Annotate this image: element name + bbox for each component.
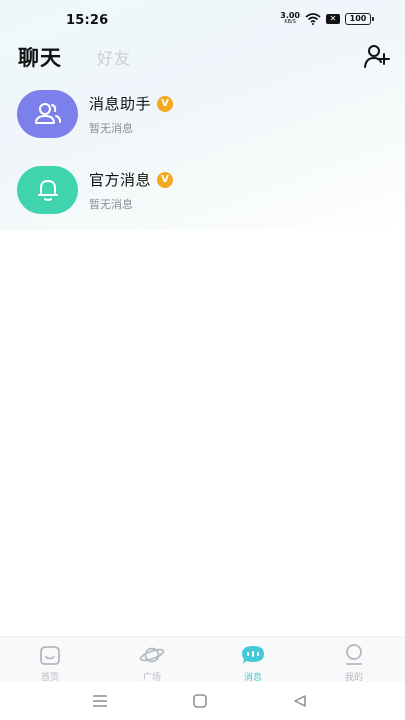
chat-preview: 暂无消息 [89, 122, 133, 135]
wifi-icon [305, 12, 321, 25]
tab-messages[interactable]: 消息 [213, 637, 293, 683]
back-triangle-icon [294, 695, 306, 707]
bell-icon [37, 180, 58, 201]
tab-chat[interactable]: 聊天 [18, 42, 62, 72]
chat-header: 聊天 好友 [0, 40, 405, 76]
tab-plaza[interactable]: 广场 [112, 637, 192, 683]
home-square-icon [193, 694, 207, 708]
users-icon [34, 103, 61, 124]
chat-title-row: 消息助手 V [89, 93, 174, 114]
tab-mine[interactable]: 我的 [314, 637, 394, 683]
home-icon [40, 646, 60, 665]
add-user-icon[interactable] [363, 42, 391, 70]
tab-home[interactable]: 首页 [10, 637, 90, 683]
network-speed: 3.00 KB/S [280, 12, 300, 25]
battery-icon: 100 [345, 12, 374, 25]
avatar [17, 166, 78, 214]
chat-item-official-messages[interactable]: 官方消息 V 暂无消息 [0, 164, 405, 240]
verified-badge: V [157, 171, 174, 188]
menu-button[interactable] [90, 691, 110, 711]
home-button[interactable] [190, 691, 210, 711]
menu-icon [93, 695, 107, 707]
status-bar: 15:26 3.00 KB/S ✕ 100 [0, 0, 405, 40]
network-speed-unit: KB/S [284, 19, 296, 25]
chat-title: 消息助手 [89, 95, 152, 113]
chat-list: 消息助手 V 暂无消息 官方消息 V 暂无消息 [0, 88, 405, 240]
chat-preview: 暂无消息 [89, 198, 133, 211]
tab-friends[interactable]: 好友 [97, 45, 131, 69]
battery-level: 100 [349, 14, 367, 23]
chat-title-row: 官方消息 V [89, 169, 174, 190]
back-button[interactable] [290, 691, 310, 711]
avatar [17, 90, 78, 138]
sim-x-icon: ✕ [326, 13, 340, 24]
status-time: 15:26 [66, 13, 109, 28]
chat-bubble-icon [242, 646, 264, 664]
status-icons: 3.00 KB/S ✕ 100 [280, 12, 374, 25]
verified-badge: V [157, 95, 174, 112]
bottom-tab-bar: 首页 广场 消息 我的 [0, 636, 405, 683]
planet-icon [139, 647, 165, 663]
chat-title: 官方消息 [89, 171, 152, 189]
profile-icon [346, 644, 362, 665]
system-nav-bar [0, 682, 405, 720]
chat-item-message-assistant[interactable]: 消息助手 V 暂无消息 [0, 88, 405, 164]
